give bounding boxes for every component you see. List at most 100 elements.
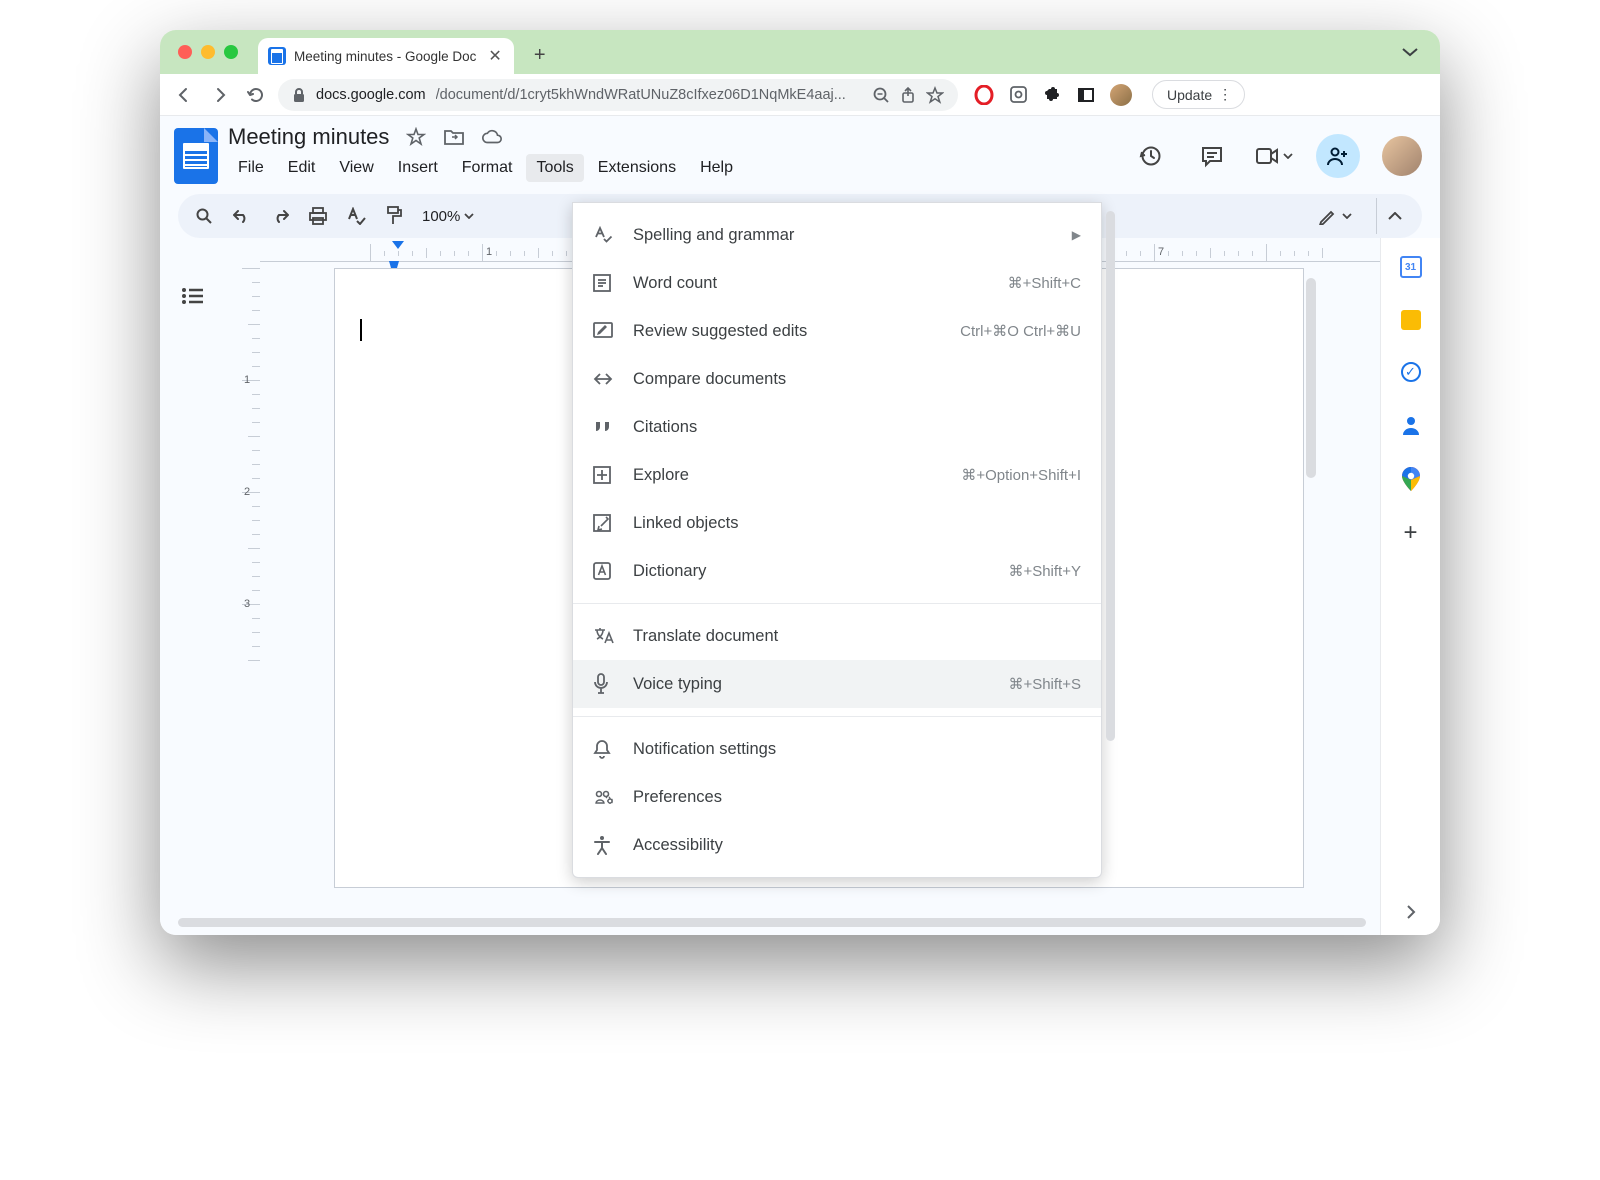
- accessibility-icon: [593, 835, 615, 855]
- menu-separator: [573, 716, 1101, 717]
- extension-icons: Update ⋮: [974, 80, 1245, 109]
- linked-icon: [593, 514, 615, 532]
- undo-icon[interactable]: [226, 200, 258, 232]
- expand-panel-icon[interactable]: [1400, 901, 1422, 923]
- maps-icon[interactable]: [1400, 468, 1422, 490]
- tab-title: Meeting minutes - Google Doc: [294, 49, 476, 64]
- share-button[interactable]: [1316, 134, 1360, 178]
- document-title[interactable]: Meeting minutes: [228, 124, 389, 150]
- menu-file[interactable]: File: [228, 154, 274, 182]
- zoom-select[interactable]: 100%: [416, 208, 480, 225]
- window-extension-icon[interactable]: [1076, 85, 1096, 105]
- menu-item-word-count[interactable]: Word count⌘+Shift+C: [573, 259, 1101, 307]
- menu-edit[interactable]: Edit: [278, 154, 326, 182]
- lock-icon: [292, 87, 306, 103]
- comments-icon[interactable]: [1192, 136, 1232, 176]
- menu-item-label: Accessibility: [633, 836, 723, 855]
- reload-button[interactable]: [242, 81, 270, 109]
- bookmark-icon[interactable]: [926, 86, 944, 104]
- browser-window: Meeting minutes - Google Doc ✕ + docs.go…: [160, 30, 1440, 935]
- spellcheck-icon: [593, 226, 615, 244]
- close-window-button[interactable]: [178, 45, 192, 59]
- menu-separator: [573, 603, 1101, 604]
- profile-avatar-small[interactable]: [1110, 84, 1132, 106]
- menu-item-compare-documents[interactable]: Compare documents: [573, 355, 1101, 403]
- contacts-icon[interactable]: [1400, 414, 1422, 436]
- maximize-window-button[interactable]: [224, 45, 238, 59]
- search-icon[interactable]: [188, 200, 220, 232]
- menu-extensions[interactable]: Extensions: [588, 154, 686, 182]
- print-icon[interactable]: [302, 200, 334, 232]
- add-addon-icon[interactable]: +: [1400, 522, 1422, 544]
- menu-scrollbar[interactable]: [1106, 211, 1115, 741]
- meet-icon[interactable]: [1254, 136, 1294, 176]
- menu-format[interactable]: Format: [452, 154, 523, 182]
- extensions-puzzle-icon[interactable]: [1042, 85, 1062, 105]
- minimize-window-button[interactable]: [201, 45, 215, 59]
- calendar-icon[interactable]: 31: [1400, 256, 1422, 278]
- browser-tab[interactable]: Meeting minutes - Google Doc ✕: [258, 38, 514, 74]
- menu-item-spelling-and-grammar[interactable]: Spelling and grammar▶: [573, 211, 1101, 259]
- forward-button[interactable]: [206, 81, 234, 109]
- address-bar[interactable]: docs.google.com/document/d/1cryt5khWndWR…: [278, 79, 958, 111]
- account-avatar[interactable]: [1382, 136, 1422, 176]
- citations-icon: [593, 420, 615, 434]
- zoom-icon[interactable]: [872, 86, 890, 104]
- menu-dots-icon: ⋮: [1218, 86, 1232, 103]
- side-panel: 31 ✓ +: [1380, 238, 1440, 935]
- menu-item-voice-typing[interactable]: Voice typing⌘+Shift+S: [573, 660, 1101, 708]
- share-page-icon[interactable]: [900, 86, 916, 104]
- extension-icon-2[interactable]: [1008, 85, 1028, 105]
- menu-item-label: Review suggested edits: [633, 322, 807, 341]
- menu-help[interactable]: Help: [690, 154, 743, 182]
- redo-icon[interactable]: [264, 200, 296, 232]
- menu-insert[interactable]: Insert: [388, 154, 448, 182]
- docs-logo-icon[interactable]: [174, 128, 218, 184]
- menu-item-review-suggested-edits[interactable]: Review suggested edits Ctrl+⌘O Ctrl+⌘U: [573, 307, 1101, 355]
- keep-icon[interactable]: [1401, 310, 1421, 330]
- left-sidebar: [160, 238, 224, 935]
- vertical-ruler[interactable]: 123: [242, 268, 260, 935]
- menu-item-linked-objects[interactable]: Linked objects: [573, 499, 1101, 547]
- menu-item-preferences[interactable]: Preferences: [573, 773, 1101, 821]
- review-icon: [593, 322, 615, 340]
- update-button[interactable]: Update ⋮: [1152, 80, 1245, 109]
- document-scrollbar[interactable]: [1306, 278, 1316, 478]
- collapse-toolbar-icon[interactable]: [1376, 198, 1412, 234]
- menu-item-label: Explore: [633, 466, 689, 485]
- paint-format-icon[interactable]: [378, 200, 410, 232]
- horizontal-scrollbar[interactable]: [178, 918, 1366, 927]
- move-folder-icon[interactable]: [443, 126, 465, 148]
- spellcheck-toolbar-icon[interactable]: [340, 200, 372, 232]
- menu-item-translate-document[interactable]: Translate document: [573, 612, 1101, 660]
- cloud-status-icon[interactable]: [481, 126, 503, 148]
- explore-icon: [593, 466, 615, 484]
- menu-item-label: Notification settings: [633, 740, 776, 759]
- menu-item-dictionary[interactable]: Dictionary⌘+Shift+Y: [573, 547, 1101, 595]
- menu-item-accessibility[interactable]: Accessibility: [573, 821, 1101, 869]
- browser-urlbar: docs.google.com/document/d/1cryt5khWndWR…: [160, 74, 1440, 116]
- menu-item-explore[interactable]: Explore⌘+Option+Shift+I: [573, 451, 1101, 499]
- menu-item-label: Dictionary: [633, 562, 706, 581]
- menu-view[interactable]: View: [329, 154, 383, 182]
- new-tab-button[interactable]: +: [526, 44, 554, 67]
- menu-item-citations[interactable]: Citations: [573, 403, 1101, 451]
- opera-extension-icon[interactable]: [974, 85, 994, 105]
- text-cursor: [360, 319, 362, 341]
- close-tab-button[interactable]: ✕: [488, 46, 501, 66]
- docs-favicon-icon: [268, 47, 286, 65]
- editing-mode-icon[interactable]: [1308, 207, 1362, 225]
- menu-tools[interactable]: Tools: [526, 154, 583, 182]
- tabs-menu-button[interactable]: [1402, 47, 1418, 57]
- shortcut-label: ⌘+Shift+S: [1008, 675, 1081, 693]
- star-icon[interactable]: [405, 126, 427, 148]
- window-controls: [178, 45, 238, 59]
- tasks-icon[interactable]: ✓: [1401, 362, 1421, 382]
- menu-item-notification-settings[interactable]: Notification settings: [573, 725, 1101, 773]
- back-button[interactable]: [170, 81, 198, 109]
- outline-icon[interactable]: [181, 288, 203, 304]
- shortcut-label: Ctrl+⌘O Ctrl+⌘U: [960, 322, 1081, 340]
- history-icon[interactable]: [1130, 136, 1170, 176]
- url-host: docs.google.com: [316, 87, 426, 103]
- compare-icon: [593, 372, 615, 386]
